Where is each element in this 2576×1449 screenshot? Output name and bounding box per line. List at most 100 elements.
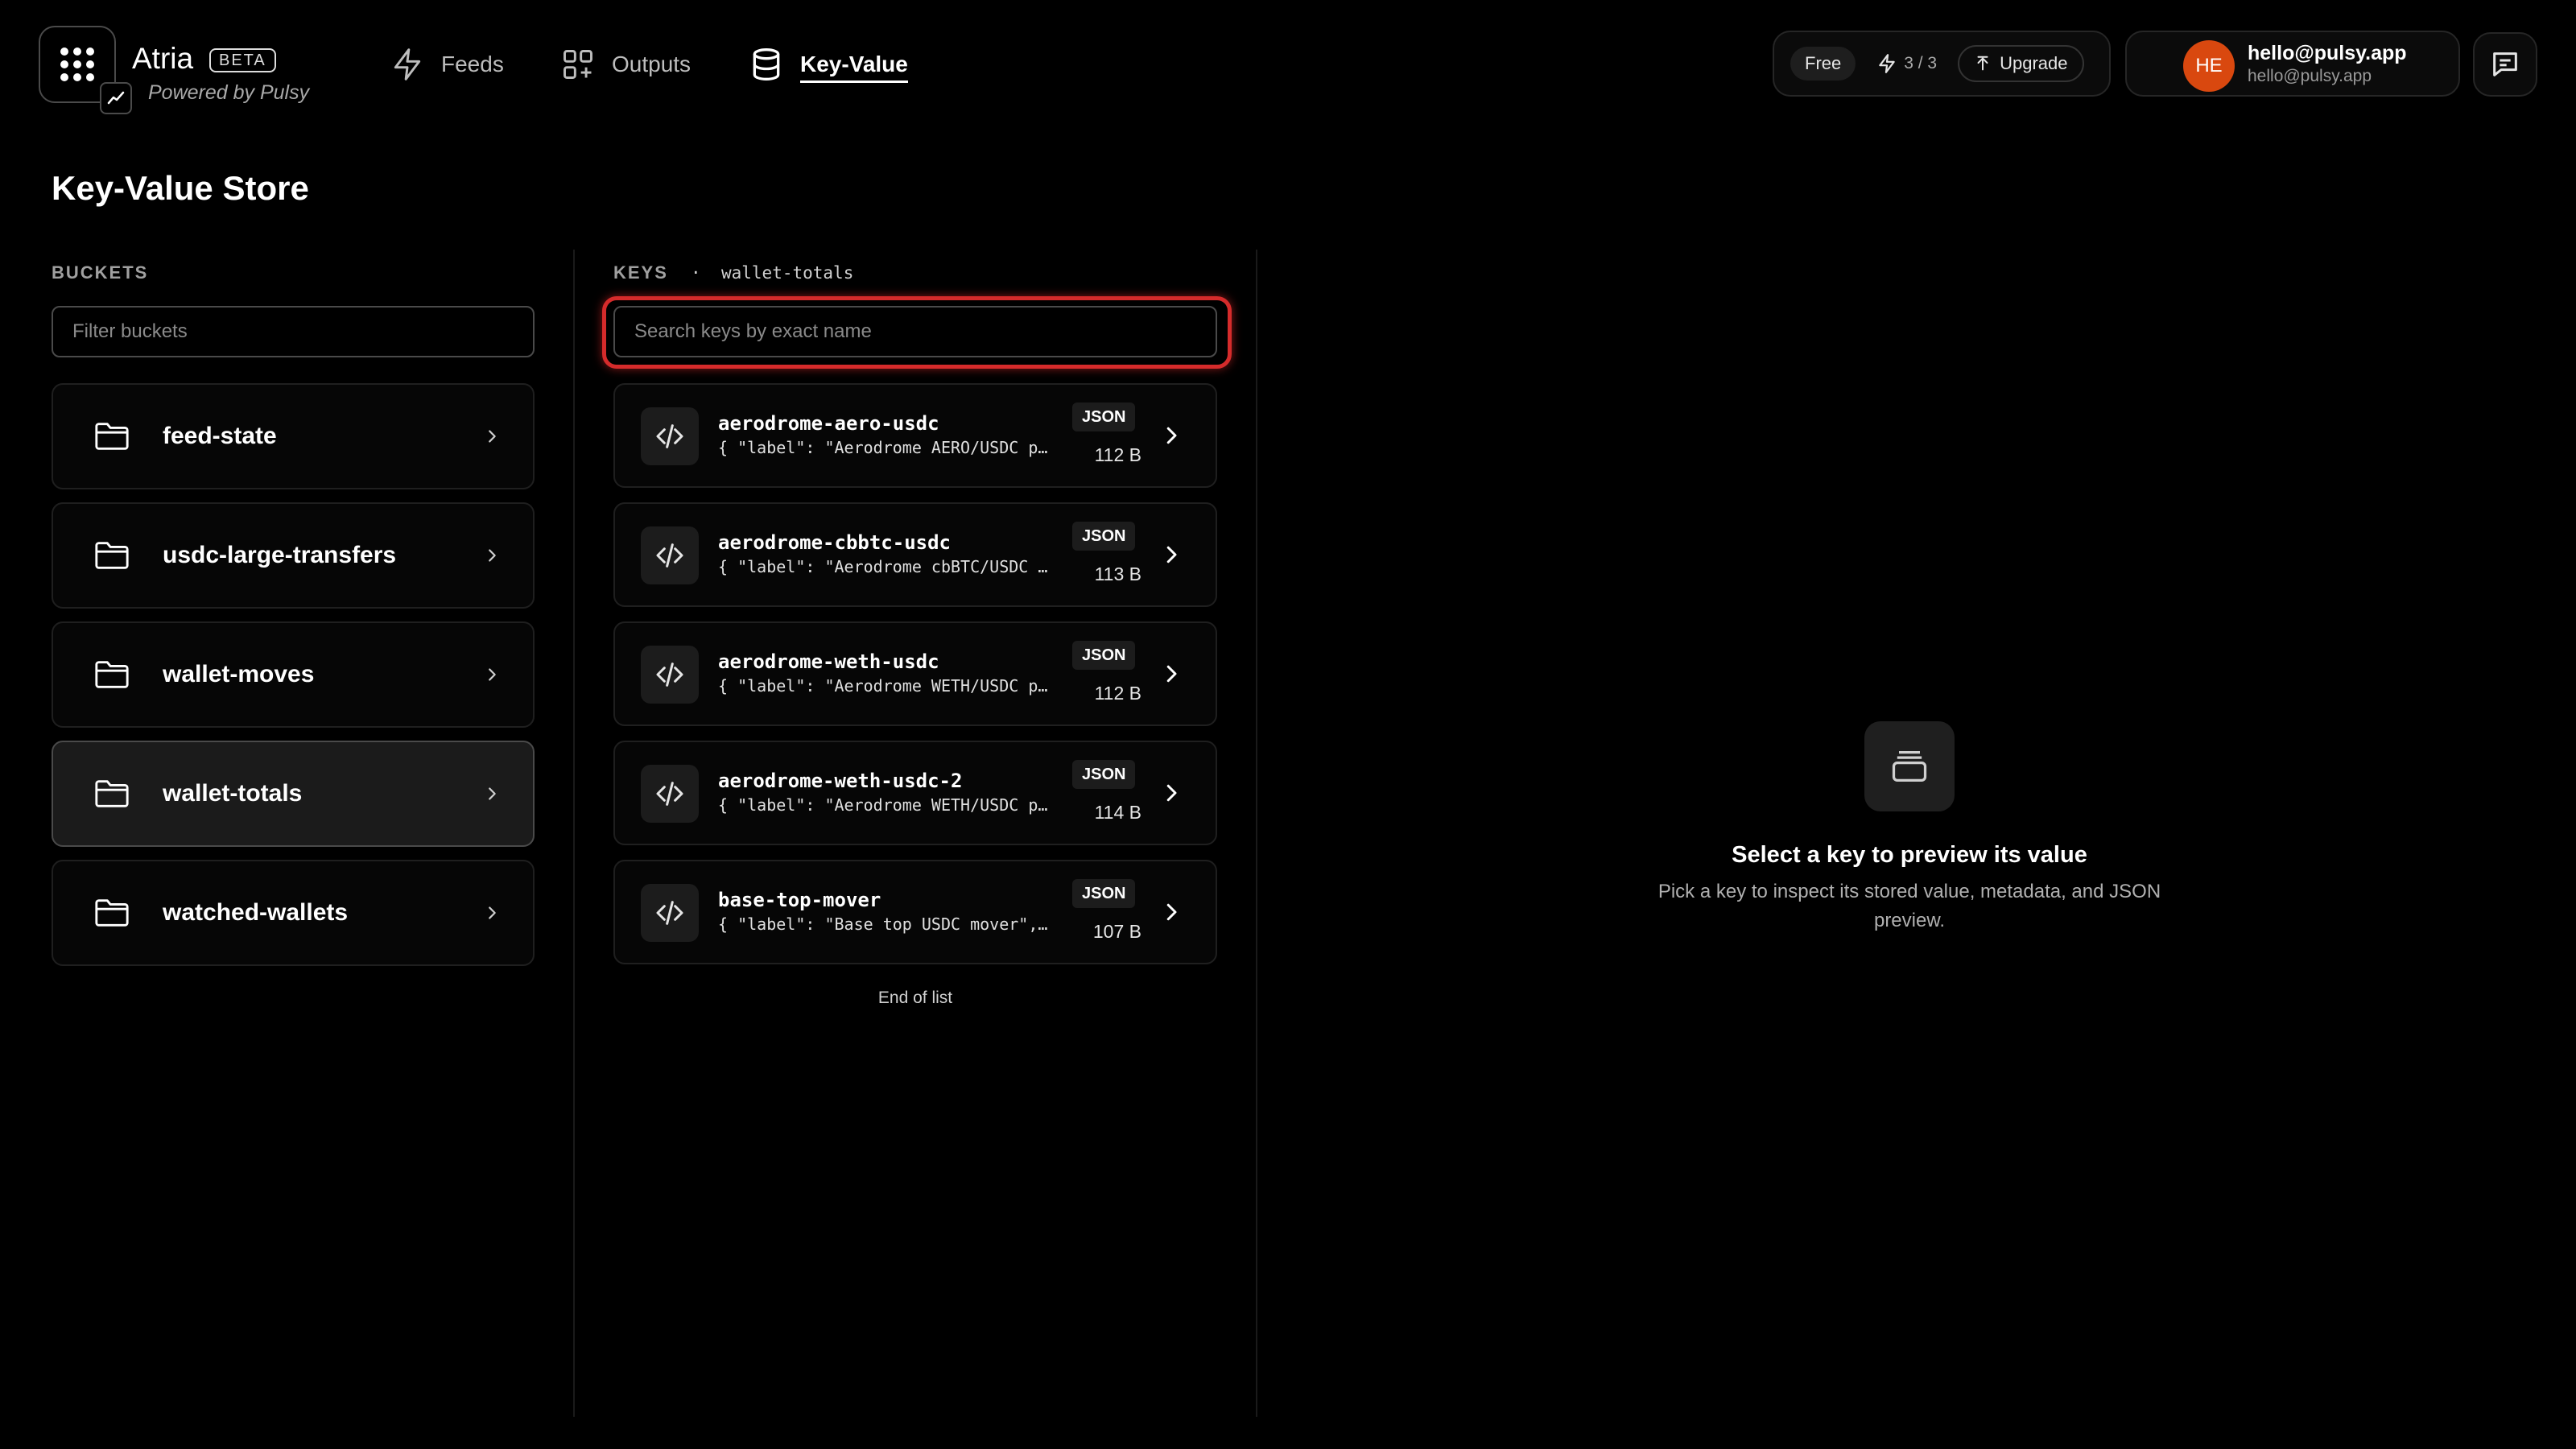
grid-dots-icon (60, 47, 94, 81)
column-divider (573, 250, 575, 1417)
code-icon-box (641, 765, 699, 823)
nav-key-value-label: Key-Value (800, 52, 908, 83)
key-name: base-top-mover (718, 889, 881, 911)
chevron-right-icon (489, 668, 496, 681)
folder-icon (95, 542, 129, 569)
key-name: aerodrome-aero-usdc (718, 412, 939, 435)
bolt-icon (1879, 54, 1895, 73)
nav-outputs-label: Outputs (612, 52, 691, 76)
code-icon-box (641, 526, 699, 584)
key-search-input[interactable] (613, 306, 1217, 357)
code-icon-box (641, 646, 699, 704)
key-row-base-top-mover[interactable]: base-top-mover { "label": "Base top USDC… (613, 860, 1217, 964)
folder-icon (95, 423, 129, 450)
key-size: 112 B (1094, 444, 1141, 465)
key-size: 107 B (1092, 921, 1141, 942)
nav-key-value[interactable]: Key-Value (749, 42, 908, 87)
code-icon (656, 663, 683, 687)
key-type-badge: JSON (1072, 402, 1136, 431)
key-size: 113 B (1094, 564, 1141, 584)
chevron-right-icon (1166, 427, 1177, 444)
upgrade-label: Upgrade (2000, 53, 2068, 73)
avatar: HE (2183, 40, 2235, 92)
key-preview: { "label": "Aerodrome WETH/USDC p… (718, 795, 1048, 815)
archive-box-icon (1892, 751, 1927, 782)
arrow-up-icon (1977, 56, 1988, 71)
brand-tagline: Powered by Pulsy (148, 81, 310, 104)
chevron-right-icon (489, 430, 496, 443)
key-preview: { "label": "Aerodrome cbBTC/USDC … (718, 557, 1048, 576)
chevron-right-icon (1166, 903, 1177, 921)
key-name: aerodrome-cbbtc-usdc (718, 531, 951, 554)
usage-text: 3 / 3 (1904, 54, 1938, 72)
chevron-right-icon (489, 787, 496, 800)
trend-line-icon (107, 91, 125, 105)
bucket-label: wallet-totals (163, 780, 303, 807)
key-row-aerodrome-aero-usdc[interactable]: aerodrome-aero-usdc { "label": "Aerodrom… (613, 383, 1217, 488)
bucket-label: wallet-moves (163, 661, 315, 687)
buckets-header: BUCKETS (52, 262, 149, 283)
bucket-item-wallet-totals[interactable]: wallet-totals (52, 741, 535, 847)
end-of-list-label: End of list (877, 989, 953, 1007)
key-preview: { "label": "Base top USDC mover",… (718, 914, 1048, 934)
bucket-item-usdc-large-transfers[interactable]: usdc-large-transfers (52, 502, 535, 609)
feedback-button[interactable] (2473, 32, 2537, 97)
bolt-icon (394, 48, 421, 80)
column-divider (1256, 250, 1257, 1417)
user-menu-button[interactable]: HE hello@pulsy.app hello@pulsy.app (2125, 31, 2460, 97)
user-email: hello@pulsy.app (2248, 67, 2372, 85)
bucket-item-watched-wallets[interactable]: watched-wallets (52, 860, 535, 966)
code-icon-box (641, 884, 699, 942)
usage-counter: 3 / 3 (1867, 53, 1946, 74)
key-type-badge: JSON (1072, 641, 1136, 670)
chevron-right-icon (1166, 546, 1177, 564)
key-type-badge: JSON (1072, 522, 1136, 551)
folder-icon (95, 899, 129, 927)
bucket-filter-input[interactable] (52, 306, 535, 357)
grid-plus-icon (564, 50, 592, 79)
bucket-label: usdc-large-transfers (163, 542, 397, 568)
bucket-label: watched-wallets (163, 899, 349, 926)
empty-state-icon-box (1864, 721, 1955, 811)
key-row-aerodrome-weth-usdc-2[interactable]: aerodrome-weth-usdc-2 { "label": "Aerodr… (613, 741, 1217, 845)
keys-bucket-value: wallet-totals (720, 263, 854, 283)
user-name: hello@pulsy.app (2248, 42, 2407, 64)
key-type-badge: JSON (1072, 879, 1136, 908)
chevron-right-icon (489, 906, 496, 919)
key-row-aerodrome-cbbtc-usdc[interactable]: aerodrome-cbbtc-usdc { "label": "Aerodro… (613, 502, 1217, 607)
key-row-aerodrome-weth-usdc[interactable]: aerodrome-weth-usdc { "label": "Aerodrom… (613, 621, 1217, 726)
code-icon (656, 782, 683, 806)
page-title: Key-Value Store (52, 169, 309, 207)
keys-bucket-name: · wallet-totals (691, 263, 854, 283)
chat-bubble-icon (2493, 52, 2517, 76)
brand-name: Atria (132, 42, 194, 75)
plan-tier-badge: Free (1790, 47, 1856, 80)
empty-state-title: Select a key to preview its value (1732, 842, 2087, 868)
bucket-item-wallet-moves[interactable]: wallet-moves (52, 621, 535, 728)
folder-icon (95, 661, 129, 688)
nav-feeds[interactable]: Feeds (390, 42, 504, 87)
plan-pill: Free 3 / 3 Upgrade (1773, 31, 2111, 97)
bucket-label: feed-state (163, 423, 277, 449)
key-name: aerodrome-weth-usdc-2 (718, 770, 963, 792)
folder-icon (95, 780, 129, 807)
chevron-right-icon (489, 549, 496, 562)
empty-state-description: Pick a key to inspect its stored value, … (1657, 881, 2161, 931)
chevron-right-icon (1166, 784, 1177, 802)
key-type-badge: JSON (1072, 760, 1136, 789)
key-size: 112 B (1094, 683, 1141, 704)
nav-outputs[interactable]: Outputs (560, 42, 691, 87)
key-name: aerodrome-weth-usdc (718, 650, 939, 673)
key-size: 114 B (1094, 802, 1141, 823)
beta-badge: BETA (209, 48, 276, 72)
key-preview: { "label": "Aerodrome AERO/USDC p… (718, 438, 1048, 457)
code-icon (656, 543, 683, 568)
bucket-item-feed-state[interactable]: feed-state (52, 383, 535, 489)
chevron-right-icon (1166, 665, 1177, 683)
keys-header-label: KEYS (613, 262, 668, 283)
keys-header: KEYS · wallet-totals (613, 262, 853, 283)
code-icon-box (641, 407, 699, 465)
key-preview: { "label": "Aerodrome WETH/USDC p… (718, 676, 1048, 696)
upgrade-button[interactable]: Upgrade (1958, 45, 2084, 82)
code-icon (656, 424, 683, 448)
